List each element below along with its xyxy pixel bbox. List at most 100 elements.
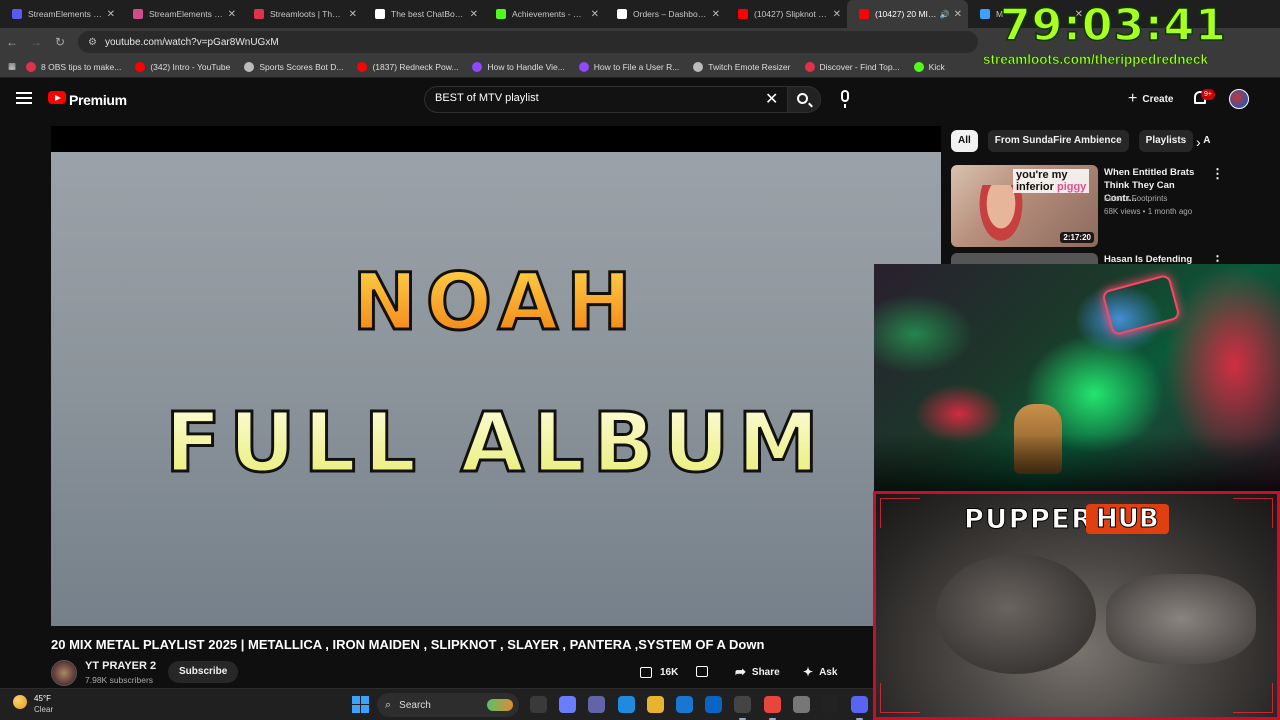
tab-title: Orders – Dashboard xyxy=(633,9,708,19)
browser-tab[interactable]: (10427) 20 MIX ME🔊 ✕ xyxy=(847,0,968,28)
close-tab-icon[interactable]: ✕ xyxy=(107,9,115,20)
bookmark-label: Sports Scores Bot D... xyxy=(259,61,344,72)
clear-search-icon[interactable]: ✕ xyxy=(765,89,778,109)
channel-name[interactable]: YT PRAYER 2 xyxy=(85,660,156,672)
browser-tab[interactable]: Orders – Dashboard ✕ xyxy=(605,0,726,28)
thumbs-up-icon xyxy=(640,666,652,678)
more-options-icon[interactable]: ⋮ xyxy=(1211,166,1224,182)
tab-title: StreamElements - rip xyxy=(149,9,224,19)
webcam-badge: HUB xyxy=(1086,504,1169,535)
filter-chip[interactable]: From SundaFire Ambience xyxy=(987,130,1129,152)
youtube-premium-label[interactable]: Premium xyxy=(69,92,127,108)
bookmark-item[interactable]: How to Handle Vie... xyxy=(472,61,565,72)
share-button[interactable]: ➦ Share xyxy=(735,662,780,682)
back-icon[interactable]: ← xyxy=(0,35,24,49)
recommendation-channel[interactable]: Felon's Footprints xyxy=(1104,194,1167,203)
address-bar[interactable]: ⚙ youtube.com/watch?v=pGar8WnUGxM xyxy=(78,31,978,53)
browser-tab[interactable]: StreamElements - rip ✕ xyxy=(121,0,242,28)
close-tab-icon[interactable]: ✕ xyxy=(712,9,720,20)
bookmark-item[interactable]: Twitch Emote Resizer xyxy=(693,61,791,72)
search-button[interactable] xyxy=(787,86,821,113)
bookmark-item[interactable]: Discover - Find Top... xyxy=(804,61,900,72)
terminal-icon[interactable] xyxy=(822,696,839,713)
browser-tab[interactable]: Streamloots | Therip ✕ xyxy=(242,0,363,28)
weather-moon-icon[interactable] xyxy=(13,695,27,709)
close-tab-icon[interactable]: ✕ xyxy=(954,9,962,20)
subscriber-count: 7.98K subscribers xyxy=(85,675,154,685)
site-info-icon[interactable]: ⚙ xyxy=(88,37,97,48)
outlook-icon[interactable] xyxy=(705,696,723,713)
browser-tab[interactable]: StreamElements - Ov ✕ xyxy=(0,0,121,28)
filter-chip[interactable]: A xyxy=(1203,130,1210,152)
weather-temperature[interactable]: 45°F xyxy=(34,694,51,703)
folder-icon[interactable] xyxy=(646,696,664,713)
video-thumbnail-title: NOAH xyxy=(51,257,941,350)
tab-title: Streamloots | Therip xyxy=(270,9,345,19)
obs-icon[interactable] xyxy=(734,696,752,720)
thumbs-down-icon[interactable] xyxy=(696,666,708,677)
youtube-icon xyxy=(859,9,869,19)
close-tab-icon[interactable]: ✕ xyxy=(349,9,357,20)
sparkle-icon: ✦ xyxy=(803,665,814,679)
reload-icon[interactable]: ↻ xyxy=(48,35,72,49)
kick-icon xyxy=(496,9,506,19)
game-controller-icon[interactable] xyxy=(792,696,810,713)
bookmark-item[interactable]: (342) Intro - YouTube xyxy=(135,61,230,72)
video-thumbnail-subtitle: FULL ALBUM xyxy=(51,395,941,493)
bookmark-item[interactable]: Sports Scores Bot D... xyxy=(244,61,344,72)
youtube-logo-icon[interactable] xyxy=(48,91,66,104)
streamelements-icon xyxy=(133,9,143,19)
browser-tab[interactable]: The best ChatBot and ✕ xyxy=(363,0,484,28)
store-icon[interactable] xyxy=(676,696,693,713)
forward-icon[interactable]: → xyxy=(24,35,48,49)
close-tab-icon[interactable]: ✕ xyxy=(591,9,599,20)
close-tab-icon[interactable]: ✕ xyxy=(833,9,841,20)
tab-title: The best ChatBot and xyxy=(391,9,466,19)
thumbnail-caption: you're my inferior piggy xyxy=(1013,169,1090,193)
taskbar-search[interactable]: ⌕ Search xyxy=(377,693,519,717)
browser-tab[interactable]: (10427) Slipknot - Du ✕ xyxy=(726,0,847,28)
chatbot-icon xyxy=(375,9,385,19)
twitch-icon xyxy=(472,61,483,72)
copilot-icon[interactable] xyxy=(559,696,577,713)
speaker-icon[interactable]: 🔊 xyxy=(940,10,950,19)
bookmark-item[interactable]: How to File a User R... xyxy=(578,61,679,72)
recommendation-meta: 68K views • 1 month ago xyxy=(1104,207,1193,216)
filter-chip[interactable]: All xyxy=(951,130,978,152)
edge-icon[interactable] xyxy=(617,696,635,713)
close-tab-icon[interactable]: ✕ xyxy=(228,9,236,20)
taskbar-search-label: Search xyxy=(399,699,431,711)
weather-description[interactable]: Clear xyxy=(34,705,53,714)
search-input[interactable] xyxy=(435,92,755,104)
address-bar-url: youtube.com/watch?v=pGar8WnUGxM xyxy=(104,36,279,48)
share-label: Share xyxy=(751,666,780,678)
create-button[interactable]: + Create xyxy=(1122,88,1179,110)
microphone-icon[interactable] xyxy=(841,90,849,108)
account-avatar[interactable] xyxy=(1229,89,1249,109)
bookmark-item[interactable]: 8 OBS tips to make... xyxy=(26,61,121,72)
tab-title: Achievements - Kick xyxy=(512,9,587,19)
bookmark-item[interactable]: Kick xyxy=(913,61,945,72)
video-player[interactable]: NOAH FULL ALBUM xyxy=(51,126,941,626)
teams-icon[interactable] xyxy=(588,696,606,713)
thumbnail-person xyxy=(976,185,1026,247)
apps-grid-icon[interactable]: ▦ xyxy=(8,61,16,72)
browser-tab[interactable]: Achievements - Kick ✕ xyxy=(484,0,605,28)
close-tab-icon[interactable]: ✕ xyxy=(470,9,478,20)
chevron-right-icon[interactable]: › xyxy=(1196,134,1201,150)
subscribe-button[interactable]: Subscribe xyxy=(168,661,239,683)
file-explorer-icon[interactable] xyxy=(530,696,547,713)
recommendation-thumbnail[interactable]: you're my inferior piggy 2:17:20 xyxy=(951,165,1098,247)
globe-icon xyxy=(693,61,704,72)
discord-icon[interactable] xyxy=(851,696,869,720)
windows-start-icon[interactable] xyxy=(352,696,369,713)
chrome-icon[interactable] xyxy=(763,696,781,720)
ask-button[interactable]: ✦ Ask xyxy=(803,662,837,682)
ask-label: Ask xyxy=(819,666,838,678)
filter-chip[interactable]: Playlists xyxy=(1138,130,1194,152)
channel-avatar[interactable] xyxy=(51,660,77,686)
like-button[interactable]: 16K xyxy=(640,662,678,682)
bookmark-item[interactable]: (1837) Redneck Pow... xyxy=(357,61,458,72)
hamburger-menu-icon[interactable] xyxy=(16,92,32,104)
tab-title: StreamElements - Ov xyxy=(28,9,103,19)
